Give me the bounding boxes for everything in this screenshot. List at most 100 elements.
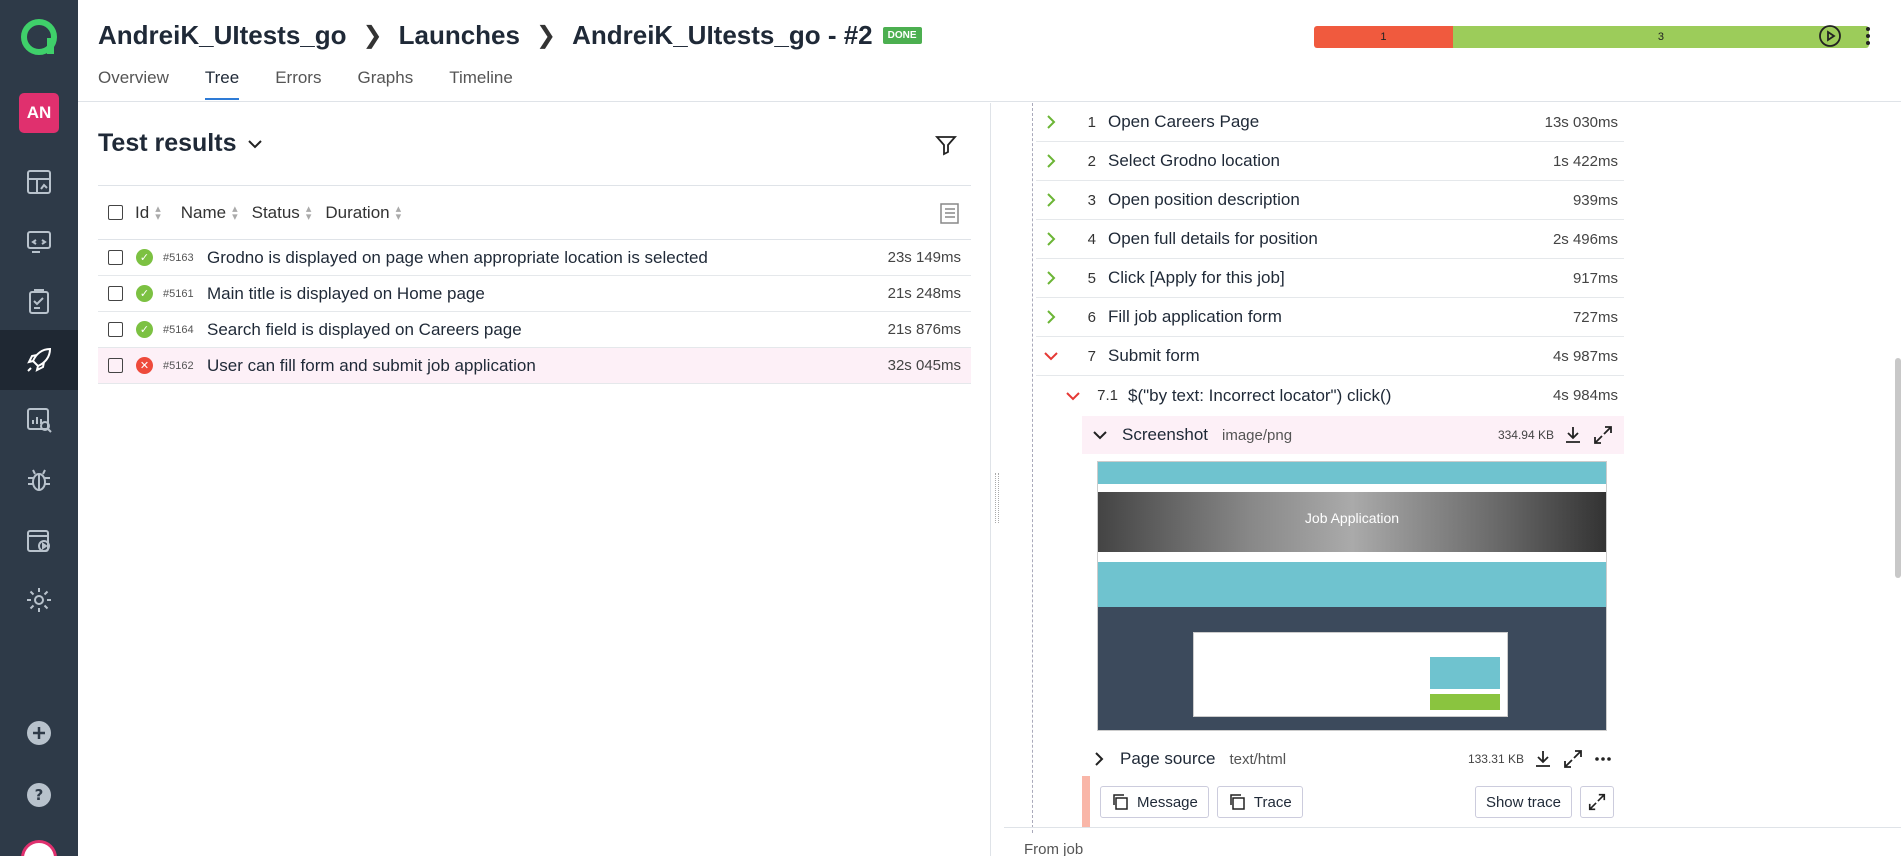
button-label: Trace	[1253, 793, 1292, 811]
step-row[interactable]: 2 Select Grodno location 1s 422ms	[1036, 142, 1624, 181]
chevron-right-icon[interactable]	[1036, 193, 1066, 207]
launches-list-icon[interactable]	[0, 212, 78, 272]
chevron-down-icon[interactable]	[1058, 389, 1088, 403]
plugins-icon[interactable]	[0, 510, 78, 570]
step-duration: 2s 496ms	[1552, 230, 1618, 248]
tab-timeline[interactable]: Timeline	[449, 68, 513, 100]
chevron-down-icon[interactable]	[1092, 428, 1108, 442]
chevron-right-icon: ❯	[535, 22, 557, 49]
resize-grip[interactable]	[995, 473, 999, 523]
screenshot-attachment-header[interactable]: Screenshot image/png 334.94 KB	[1082, 416, 1624, 454]
step-row[interactable]: 5 Click [Apply for this job] 917ms	[1036, 259, 1624, 298]
column-name[interactable]: Name ▴ ▾	[181, 203, 238, 223]
table-row-selected[interactable]: ✕ #5162 User can fill form and submit jo…	[98, 348, 971, 384]
run-play-icon[interactable]	[1816, 22, 1844, 50]
tab-overview[interactable]: Overview	[98, 68, 169, 100]
step-row[interactable]: 1 Open Careers Page 13s 030ms	[1036, 103, 1624, 142]
page-source-attachment-header[interactable]: Page source text/html 133.31 KB	[1082, 740, 1624, 778]
substep-row-failed[interactable]: 7.1 $("by text: Incorrect locator") clic…	[1058, 376, 1624, 415]
row-name[interactable]: Grodno is displayed on page when appropr…	[207, 248, 888, 268]
chevron-right-icon[interactable]	[1092, 752, 1106, 766]
expand-icon[interactable]	[1562, 748, 1584, 770]
profile-avatar[interactable]	[21, 840, 57, 856]
panel-title[interactable]: Test results	[98, 129, 264, 158]
launch-status-bar[interactable]: 1 3	[1314, 26, 1869, 48]
row-checkbox[interactable]	[108, 286, 123, 301]
step-name: Open position description	[1108, 190, 1300, 209]
column-id-label: Id	[135, 202, 150, 222]
substep-number: 7.1	[1097, 387, 1118, 404]
app-logo-icon[interactable]	[20, 18, 58, 56]
row-name[interactable]: User can fill form and submit job applic…	[207, 356, 888, 376]
row-checkbox[interactable]	[108, 358, 123, 373]
step-row-failed[interactable]: 7 Submit form 4s 987ms	[1036, 337, 1624, 376]
chevron-right-icon[interactable]	[1036, 271, 1066, 285]
select-all-checkbox[interactable]	[108, 205, 123, 220]
breadcrumb-project[interactable]: AndreiK_UItests_go	[98, 20, 347, 51]
scrollbar[interactable]	[1895, 358, 1901, 578]
row-id: #5164	[163, 323, 194, 336]
show-trace-button[interactable]: Show trace	[1474, 786, 1572, 818]
analytics-icon[interactable]	[0, 390, 78, 450]
sort-icon: ▴ ▾	[305, 203, 312, 224]
panel-resizer[interactable]	[990, 103, 1004, 856]
step-number: 2	[1087, 152, 1096, 170]
tab-tree[interactable]: Tree	[204, 68, 240, 100]
step-number: 3	[1087, 191, 1096, 209]
tree-guide-line	[1032, 103, 1033, 833]
more-vertical-icon[interactable]	[1854, 22, 1882, 50]
dashboard-icon[interactable]	[0, 152, 78, 212]
column-status[interactable]: Status ▴ ▾	[252, 203, 312, 223]
tab-errors[interactable]: Errors	[275, 68, 321, 100]
help-icon[interactable]: ?	[0, 765, 78, 825]
add-icon[interactable]	[0, 703, 78, 763]
bug-icon[interactable]	[0, 450, 78, 510]
column-duration[interactable]: Duration ▴ ▾	[325, 203, 401, 223]
row-id: #5161	[163, 287, 194, 300]
chevron-right-icon[interactable]	[1036, 232, 1066, 246]
copy-message-button[interactable]: Message	[1100, 786, 1209, 818]
substep-name: $("by text: Incorrect locator") click()	[1128, 385, 1392, 405]
step-row[interactable]: 3 Open position description 939ms	[1036, 181, 1624, 220]
breadcrumb-launches[interactable]: Launches	[399, 20, 520, 51]
expand-log-button[interactable]	[1580, 786, 1614, 818]
chevron-right-icon[interactable]	[1036, 154, 1066, 168]
row-duration: 23s 149ms	[887, 249, 961, 266]
step-name: Click [Apply for this job]	[1108, 268, 1285, 287]
page-header: AndreiK_UItests_go ❯ Launches ❯ AndreiK_…	[78, 0, 1901, 102]
step-row[interactable]: 4 Open full details for position 2s 496m…	[1036, 220, 1624, 259]
more-horizontal-icon[interactable]	[1592, 748, 1614, 770]
settings-gear-icon[interactable]	[0, 570, 78, 630]
step-number: 4	[1087, 230, 1096, 248]
row-checkbox[interactable]	[108, 250, 123, 265]
attachment-label: Page source	[1120, 749, 1216, 768]
row-name[interactable]: Main title is displayed on Home page	[207, 284, 888, 304]
user-avatar[interactable]: AN	[19, 93, 59, 133]
row-duration: 21s 248ms	[887, 285, 961, 302]
row-checkbox[interactable]	[108, 322, 123, 337]
screenshot-preview-image[interactable]: Job Application	[1097, 461, 1607, 731]
table-row[interactable]: ✓ #5164 Search field is displayed on Car…	[98, 312, 971, 348]
copy-trace-button[interactable]: Trace	[1216, 786, 1303, 818]
column-id[interactable]: Id ▴ ▾	[135, 203, 161, 223]
screenshot-title: Job Application	[1304, 510, 1400, 526]
debug-icon[interactable]	[0, 272, 78, 332]
row-name[interactable]: Search field is displayed on Careers pag…	[207, 320, 888, 340]
table-row[interactable]: ✓ #5161 Main title is displayed on Home …	[98, 276, 971, 312]
launches-rocket-icon[interactable]	[0, 330, 78, 390]
chevron-down-icon[interactable]	[1036, 349, 1066, 363]
step-row[interactable]: 6 Fill job application form 727ms	[1036, 298, 1624, 337]
column-settings-icon[interactable]	[937, 201, 961, 225]
attachment-size: 334.94 KB	[1497, 428, 1554, 442]
expand-icon[interactable]	[1592, 424, 1614, 446]
download-icon[interactable]	[1562, 424, 1584, 446]
chevron-down-icon	[248, 139, 263, 148]
chevron-right-icon[interactable]	[1036, 310, 1066, 324]
chevron-right-icon[interactable]	[1036, 115, 1066, 129]
expand-icon	[1588, 793, 1606, 811]
filter-icon[interactable]	[934, 133, 958, 157]
tab-graphs[interactable]: Graphs	[357, 68, 413, 100]
step-duration: 917ms	[1572, 269, 1618, 287]
table-row[interactable]: ✓ #5163 Grodno is displayed on page when…	[98, 240, 971, 276]
download-icon[interactable]	[1532, 748, 1554, 770]
